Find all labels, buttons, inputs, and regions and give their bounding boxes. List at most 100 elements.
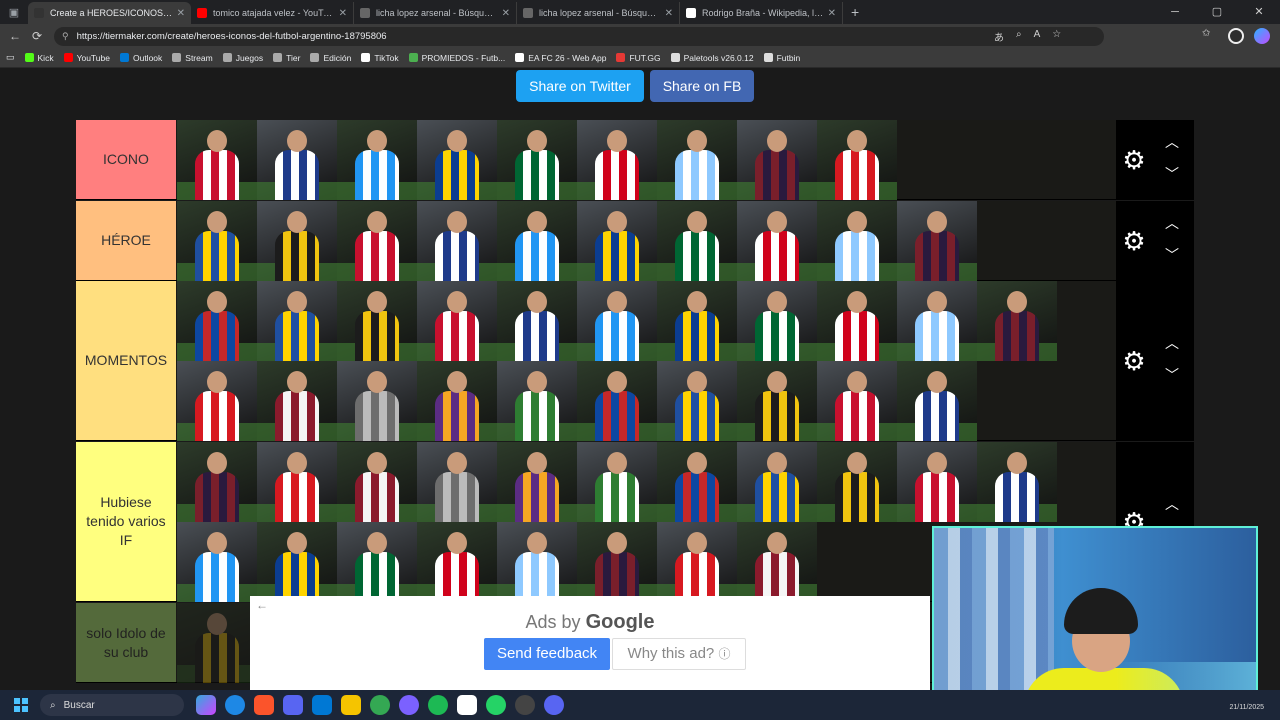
capcut-app-icon[interactable] — [457, 695, 477, 715]
player-card[interactable] — [177, 201, 257, 281]
read-aloud-icon[interactable]: A — [1034, 29, 1041, 44]
browser-tab[interactable]: tomico atajada velez - YouTube ✕ — [191, 2, 354, 24]
player-card[interactable] — [577, 442, 657, 522]
maximize-icon[interactable]: ▢ — [1196, 0, 1238, 24]
player-card[interactable] — [337, 361, 417, 441]
app-icon-8[interactable] — [399, 695, 419, 715]
player-card[interactable] — [497, 120, 577, 200]
player-card[interactable] — [737, 522, 817, 602]
browser-tab[interactable]: Rodrigo Braña - Wikipedia, la enc ✕ — [680, 2, 843, 24]
gear-icon[interactable]: ⚙ — [1120, 347, 1148, 375]
player-card[interactable] — [977, 281, 1057, 361]
sidebar-toggle-icon[interactable]: ▭ — [6, 52, 15, 63]
bookmark-item[interactable]: EA FC 26 - Web App — [515, 53, 606, 63]
player-card[interactable] — [577, 361, 657, 441]
player-card[interactable] — [737, 442, 817, 522]
app-icon-4[interactable] — [283, 695, 303, 715]
tab-close-icon[interactable]: ✕ — [828, 8, 836, 19]
browser-tab[interactable]: licha lopez arsenal - Búsqueda ✕ — [354, 2, 517, 24]
player-card[interactable] — [897, 201, 977, 281]
player-card[interactable] — [257, 522, 337, 602]
move-down-icon[interactable]: ﹀ — [1162, 164, 1182, 184]
player-card[interactable] — [417, 281, 497, 361]
player-card[interactable] — [257, 201, 337, 281]
new-tab-button[interactable]: + — [851, 4, 859, 20]
bookmark-item[interactable]: PROMIEDOS - Futb... — [408, 53, 505, 63]
player-card[interactable] — [657, 361, 737, 441]
player-card[interactable] — [337, 522, 417, 602]
minimize-icon[interactable]: ─ — [1154, 0, 1196, 24]
player-card[interactable] — [417, 442, 497, 522]
url-field[interactable]: ⚲ https://tiermaker.com/create/heroes-ic… — [54, 26, 1104, 46]
ad-back-icon[interactable]: ← — [256, 598, 268, 612]
close-window-icon[interactable]: ✕ — [1238, 0, 1280, 24]
spotify-app-icon[interactable] — [428, 695, 448, 715]
bookmark-item[interactable]: Futbin — [763, 53, 800, 63]
player-card[interactable] — [657, 442, 737, 522]
gear-icon[interactable]: ⚙ — [1120, 146, 1148, 174]
player-card[interactable] — [177, 522, 257, 602]
player-card[interactable] — [657, 522, 737, 602]
player-card[interactable] — [497, 361, 577, 441]
player-card[interactable] — [897, 361, 977, 441]
player-card[interactable] — [337, 442, 417, 522]
player-card[interactable] — [577, 522, 657, 602]
translate-icon[interactable]: あ — [994, 29, 1004, 44]
player-card[interactable] — [817, 361, 897, 441]
chrome-app-icon[interactable] — [370, 695, 390, 715]
player-card[interactable] — [737, 201, 817, 281]
player-card[interactable] — [337, 281, 417, 361]
brave-app-icon[interactable] — [254, 695, 274, 715]
favorites-icon[interactable]: ✩ — [1202, 28, 1218, 44]
player-card[interactable] — [417, 120, 497, 200]
reload-icon[interactable]: ⟳ — [26, 29, 48, 43]
tier-label[interactable]: Hubiese tenido varios IF — [76, 442, 176, 601]
bookmark-item[interactable]: Edición — [310, 53, 351, 63]
player-card[interactable] — [257, 120, 337, 200]
move-up-icon[interactable]: ︿ — [1162, 333, 1182, 353]
move-down-icon[interactable]: ﹀ — [1162, 365, 1182, 385]
explorer-app-icon[interactable] — [341, 695, 361, 715]
tab-close-icon[interactable]: ✕ — [665, 8, 673, 19]
player-card[interactable] — [657, 281, 737, 361]
share-fb-button[interactable]: Share on FB — [650, 70, 754, 102]
player-card[interactable] — [737, 361, 817, 441]
bookmark-item[interactable]: Kick — [24, 53, 54, 63]
player-card[interactable] — [177, 361, 257, 441]
send-feedback-button[interactable]: Send feedback — [484, 638, 610, 670]
player-card[interactable] — [177, 603, 257, 683]
player-card[interactable] — [817, 120, 897, 200]
tier-label[interactable]: solo Idolo de su club — [76, 603, 176, 682]
browser-tab[interactable]: licha lopez arsenal - Búsqueda Im ✕ — [517, 2, 680, 24]
move-down-icon[interactable]: ﹀ — [1162, 245, 1182, 265]
tier-label[interactable]: MOMENTOS — [76, 281, 176, 440]
tab-close-icon[interactable]: ✕ — [177, 8, 185, 19]
copilot-icon[interactable] — [1254, 28, 1270, 44]
player-card[interactable] — [657, 120, 737, 200]
why-this-ad-button[interactable]: Why this ad? ⓘ — [612, 638, 746, 670]
bookmark-item[interactable]: Stream — [172, 53, 213, 63]
move-up-icon[interactable]: ︿ — [1162, 132, 1182, 152]
player-card[interactable] — [897, 281, 977, 361]
player-card[interactable] — [177, 120, 257, 200]
player-card[interactable] — [577, 120, 657, 200]
favorite-star-icon[interactable]: ☆ — [1052, 29, 1061, 44]
player-card[interactable] — [897, 442, 977, 522]
player-card[interactable] — [497, 201, 577, 281]
player-card[interactable] — [577, 281, 657, 361]
player-card[interactable] — [817, 281, 897, 361]
player-card[interactable] — [337, 120, 417, 200]
player-card[interactable] — [337, 201, 417, 281]
player-card[interactable] — [817, 442, 897, 522]
taskbar-search[interactable]: ⌕ Buscar — [40, 694, 184, 716]
back-icon[interactable]: ← — [4, 29, 26, 43]
player-card[interactable] — [497, 522, 577, 602]
tab-close-icon[interactable]: ✕ — [339, 8, 347, 19]
start-button[interactable] — [10, 694, 32, 716]
player-card[interactable] — [737, 120, 817, 200]
move-up-icon[interactable]: ︿ — [1162, 213, 1182, 233]
player-card[interactable] — [577, 201, 657, 281]
player-card[interactable] — [817, 201, 897, 281]
whatsapp-app-icon[interactable] — [486, 695, 506, 715]
tier-label[interactable]: ICONO — [76, 120, 176, 199]
